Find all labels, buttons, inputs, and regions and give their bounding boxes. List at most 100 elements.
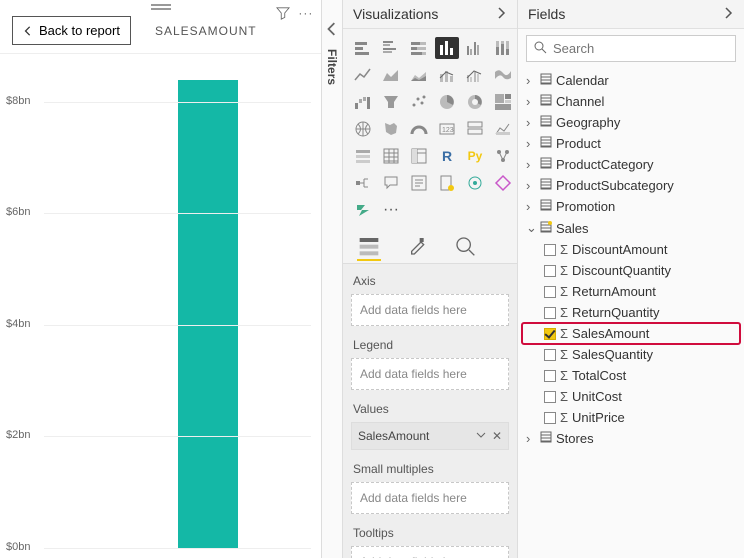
viz-get-more-icon[interactable]: ··· [379, 199, 403, 221]
table-productsubcategory[interactable]: ›ProductSubcategory [522, 175, 740, 196]
viz-100-stacked-bar-icon[interactable] [407, 37, 431, 59]
fields-search-input[interactable] [553, 41, 729, 56]
table-calendar[interactable]: ›Calendar [522, 70, 740, 91]
table-product[interactable]: ›Product [522, 133, 740, 154]
well-axis-drop[interactable]: Add data fields here [351, 294, 509, 326]
table-sales[interactable]: ⌄Sales [522, 217, 740, 239]
checkbox[interactable] [544, 370, 556, 382]
viz-clustered-bar-icon[interactable] [379, 37, 403, 59]
viz-stacked-bar-icon[interactable] [351, 37, 375, 59]
viz-python-icon[interactable]: Py [463, 145, 487, 167]
checkbox[interactable] [544, 244, 556, 256]
visualizations-title: Visualizations [353, 6, 438, 22]
well-tooltips-drop[interactable]: Add data fields here [351, 546, 509, 558]
more-options-icon[interactable]: ··· [298, 6, 313, 23]
viz-slicer-icon[interactable] [351, 145, 375, 167]
viz-gauge-icon[interactable] [407, 118, 431, 140]
checkbox-checked[interactable] [544, 328, 556, 340]
viz-funnel-icon[interactable] [379, 91, 403, 113]
checkbox[interactable] [544, 265, 556, 277]
chart-body: $0bn$2bn$4bn$6bn$8bn [0, 54, 321, 558]
remove-field-icon[interactable]: ✕ [492, 429, 502, 443]
checkbox[interactable] [544, 286, 556, 298]
viz-r-icon[interactable]: R [435, 145, 459, 167]
visualization-gallery: 123 R Py ··· [343, 29, 517, 229]
checkbox[interactable] [544, 391, 556, 403]
viz-card-icon[interactable]: 123 [435, 118, 459, 140]
viz-donut-icon[interactable] [463, 91, 487, 113]
table-icon [540, 221, 552, 236]
field-returnamount[interactable]: ΣReturnAmount [522, 281, 740, 302]
viz-power-automate-icon[interactable] [351, 199, 375, 221]
viz-filled-map-icon[interactable] [379, 118, 403, 140]
viz-smart-narrative-icon[interactable] [407, 172, 431, 194]
viz-paginated-report-icon[interactable] [435, 172, 459, 194]
viz-decomposition-icon[interactable] [351, 172, 375, 194]
table-geography[interactable]: ›Geography [522, 112, 740, 133]
chart-panel: Back to report SALESAMOUNT ··· $0bn$2bn$… [0, 0, 322, 558]
viz-table-icon[interactable] [379, 145, 403, 167]
sigma-icon: Σ [560, 347, 568, 362]
visualizations-header: Visualizations [343, 0, 517, 29]
gridline [44, 436, 311, 437]
viz-clustered-column-icon[interactable] [463, 37, 487, 59]
viz-stacked-column-icon[interactable] [435, 37, 459, 59]
viz-tab-format[interactable] [405, 233, 429, 261]
viz-waterfall-icon[interactable] [351, 91, 375, 113]
viz-matrix-icon[interactable] [407, 145, 431, 167]
viz-arcgis-icon[interactable] [463, 172, 487, 194]
viz-pie-icon[interactable] [435, 91, 459, 113]
sigma-icon: Σ [560, 326, 568, 341]
field-salesquantity[interactable]: ΣSalesQuantity [522, 344, 740, 365]
field-salesamount[interactable]: ΣSalesAmount [522, 323, 740, 344]
table-promotion[interactable]: ›Promotion [522, 196, 740, 217]
chevron-right-icon[interactable] [722, 7, 734, 22]
checkbox[interactable] [544, 307, 556, 319]
viz-scatter-icon[interactable] [407, 91, 431, 113]
viz-area-icon[interactable] [379, 64, 403, 86]
field-returnquantity[interactable]: ΣReturnQuantity [522, 302, 740, 323]
well-small-multiples-drop[interactable]: Add data fields here [351, 482, 509, 514]
filter-icon[interactable] [276, 6, 290, 23]
viz-line-stacked-column-icon[interactable] [435, 64, 459, 86]
viz-line-icon[interactable] [351, 64, 375, 86]
viz-qa-icon[interactable] [379, 172, 403, 194]
viz-kpi-icon[interactable] [491, 118, 515, 140]
viz-line-clustered-column-icon[interactable] [463, 64, 487, 86]
field-discountquantity[interactable]: ΣDiscountQuantity [522, 260, 740, 281]
chart-bar[interactable] [178, 80, 238, 548]
viz-tabs [343, 229, 517, 264]
table-productcategory[interactable]: ›ProductCategory [522, 154, 740, 175]
well-values-item[interactable]: SalesAmount ✕ [351, 422, 509, 450]
checkbox[interactable] [544, 349, 556, 361]
well-values-label: Values [351, 396, 509, 422]
field-wells: Axis Add data fields here Legend Add dat… [343, 264, 517, 558]
viz-treemap-icon[interactable] [491, 91, 515, 113]
viz-tab-analytics[interactable] [453, 233, 477, 261]
chevron-down-icon[interactable] [476, 429, 486, 443]
viz-stacked-area-icon[interactable] [407, 64, 431, 86]
search-icon [533, 40, 547, 57]
field-totalcost[interactable]: ΣTotalCost [522, 365, 740, 386]
field-unitprice[interactable]: ΣUnitPrice [522, 407, 740, 428]
fields-header: Fields [518, 0, 744, 29]
table-stores[interactable]: ›Stores [522, 428, 740, 449]
viz-power-apps-icon[interactable] [491, 172, 515, 194]
viz-100-stacked-column-icon[interactable] [491, 37, 515, 59]
viz-map-icon[interactable] [351, 118, 375, 140]
field-discountamount[interactable]: ΣDiscountAmount [522, 239, 740, 260]
viz-tab-fields[interactable] [357, 233, 381, 261]
fields-search[interactable] [526, 35, 736, 62]
viz-multirow-card-icon[interactable] [463, 118, 487, 140]
table-channel[interactable]: ›Channel [522, 91, 740, 112]
chevron-left-icon [23, 26, 33, 36]
chevron-right-icon[interactable] [495, 7, 507, 22]
field-unitcost[interactable]: ΣUnitCost [522, 386, 740, 407]
well-legend-drop[interactable]: Add data fields here [351, 358, 509, 390]
back-to-report-button[interactable]: Back to report [12, 16, 131, 45]
checkbox[interactable] [544, 412, 556, 424]
drag-handle-icon [151, 4, 171, 10]
viz-key-influencers-icon[interactable] [491, 145, 515, 167]
viz-ribbon-icon[interactable] [491, 64, 515, 86]
filters-pane-collapsed[interactable]: Filters [322, 0, 343, 558]
